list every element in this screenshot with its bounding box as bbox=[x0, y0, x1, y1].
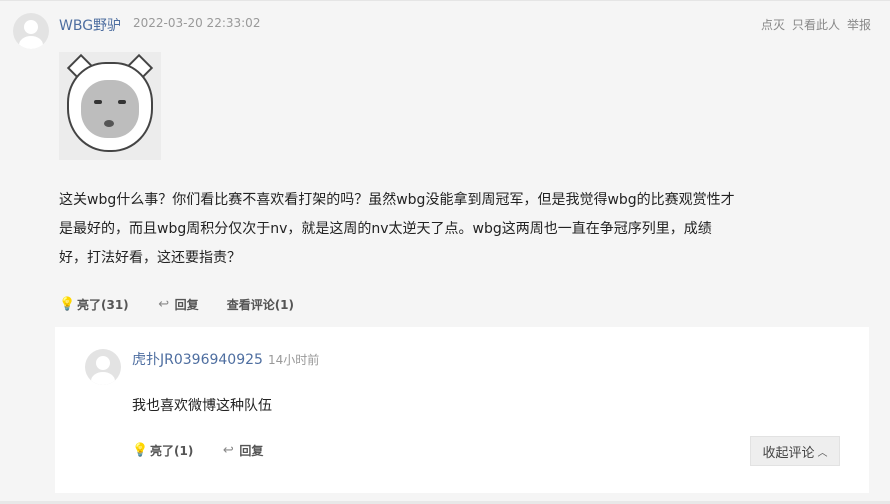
view-comments-button[interactable]: 查看评论(1) bbox=[227, 296, 294, 313]
dim-button[interactable]: 点灭 bbox=[761, 16, 785, 33]
reply-username[interactable]: 虎扑JR0396940925 bbox=[132, 349, 263, 369]
sticker-eye-right bbox=[118, 100, 126, 104]
chevron-up-icon: ︿ bbox=[817, 447, 828, 459]
reply-user-avatar[interactable] bbox=[85, 349, 121, 385]
sticker-eye-left bbox=[94, 100, 102, 104]
meme-sticker-image bbox=[59, 52, 161, 160]
post-username[interactable]: WBG野驴 bbox=[59, 15, 121, 35]
collapse-comments-button[interactable]: 收起评论 ︿ bbox=[750, 436, 840, 466]
only-this-user-button[interactable]: 只看此人 bbox=[792, 16, 840, 33]
sticker-human-face bbox=[81, 80, 139, 138]
reply-like-button[interactable]: 💡 亮了(1) bbox=[132, 442, 193, 459]
lightbulb-icon: 💡 bbox=[132, 442, 149, 458]
like-label: 亮了(31) bbox=[77, 298, 129, 312]
reply-panel: 虎扑JR0396940925 14小时前 我也喜欢微博这种队伍 💡 亮了(1) … bbox=[55, 327, 869, 493]
reply-text: 我也喜欢微博这种队伍 bbox=[132, 398, 272, 414]
post-timestamp: 2022-03-20 22:33:02 bbox=[133, 16, 261, 30]
post-operations: 点灭 只看此人 举报 bbox=[761, 16, 871, 33]
avatar-head-shape bbox=[96, 356, 110, 370]
reply-reply-label: 回复 bbox=[239, 444, 264, 458]
post-actions: 💡 亮了(31) ↩ 回复 查看评论(1) bbox=[59, 296, 322, 313]
reply-arrow-icon: ↩ bbox=[222, 442, 234, 458]
reply-label: 回复 bbox=[174, 298, 199, 312]
reply-like-label: 亮了(1) bbox=[150, 444, 194, 458]
top-divider bbox=[0, 0, 890, 1]
reply-reply-button[interactable]: ↩ 回复 bbox=[221, 442, 263, 459]
view-comments-label: 查看评论(1) bbox=[226, 298, 295, 312]
reply-button[interactable]: ↩ 回复 bbox=[157, 296, 199, 313]
post-content-line: 是最好的，而且wbg周积分仅次于nv，就是这周的nv太逆天了点。wbg这两周也一… bbox=[59, 221, 712, 237]
avatar-body-shape bbox=[19, 36, 43, 49]
post-content-line: 这关wbg什么事？你们看比赛不喜欢看打架的吗？虽然wbg没能拿到周冠军，但是我觉… bbox=[59, 192, 735, 208]
avatar-body-shape bbox=[91, 372, 115, 385]
collapse-comments-label: 收起评论 bbox=[762, 445, 815, 461]
avatar-head-shape bbox=[24, 20, 38, 34]
report-button[interactable]: 举报 bbox=[847, 16, 871, 33]
like-button[interactable]: 💡 亮了(31) bbox=[59, 296, 129, 313]
post-content: 这关wbg什么事？你们看比赛不喜欢看打架的吗？虽然wbg没能拿到周冠军，但是我觉… bbox=[59, 186, 759, 273]
reply-actions: 💡 亮了(1) ↩ 回复 bbox=[132, 442, 291, 459]
user-avatar[interactable] bbox=[13, 13, 49, 49]
reply-arrow-icon: ↩ bbox=[158, 296, 170, 312]
reply-timestamp: 14小时前 bbox=[268, 353, 320, 367]
sticker-mouth bbox=[104, 120, 114, 127]
post-content-line: 好，打法好看，这还要指责？ bbox=[59, 250, 241, 266]
lightbulb-icon: 💡 bbox=[59, 296, 76, 312]
